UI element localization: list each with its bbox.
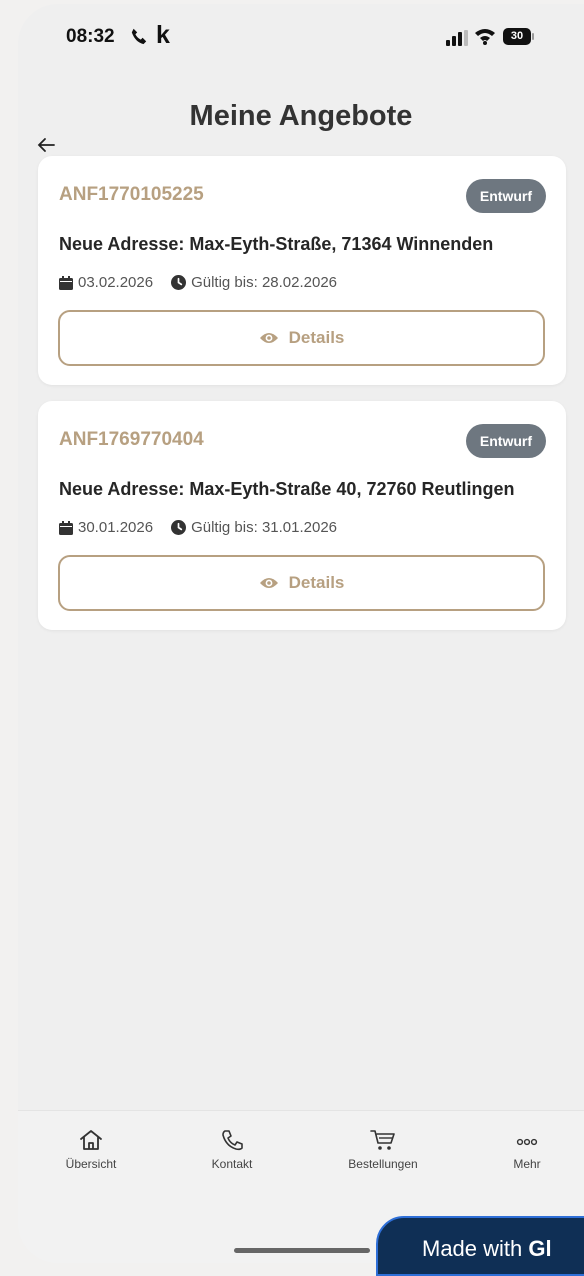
battery-tip bbox=[532, 33, 534, 40]
status-badge: Entwurf bbox=[465, 424, 546, 458]
phone-screen: 08:32 k 30 Meine Angebote ANF1770105225 … bbox=[18, 4, 584, 1263]
valid-until: Gültig bis: 31.01.2026 bbox=[171, 519, 337, 536]
eye-icon bbox=[259, 333, 278, 343]
tab-uebersicht[interactable]: Übersicht bbox=[36, 1129, 146, 1173]
details-button[interactable]: Details bbox=[58, 555, 545, 611]
wifi-icon bbox=[475, 29, 495, 45]
valid-until-text: Gültig bis: 31.01.2026 bbox=[191, 519, 338, 536]
offer-meta: 30.01.2026 Gültig bis: 31.01.2026 bbox=[59, 519, 337, 536]
status-badge: Entwurf bbox=[465, 179, 546, 213]
offer-address: Neue Adresse: Max-Eyth-Straße, 71364 Win… bbox=[59, 234, 494, 254]
offer-id: ANF1769770404 bbox=[59, 429, 204, 450]
battery-icon: 30 bbox=[503, 28, 531, 45]
offer-card: ANF1769770404 Entwurf Neue Adresse: Max-… bbox=[38, 401, 566, 630]
details-label: Details bbox=[288, 573, 345, 592]
home-icon bbox=[80, 1130, 102, 1150]
made-with-brand: Gl bbox=[528, 1236, 552, 1261]
tab-label: Übersicht bbox=[65, 1157, 117, 1171]
details-button[interactable]: Details bbox=[58, 310, 545, 366]
more-icon bbox=[516, 1138, 538, 1146]
tab-label: Kontakt bbox=[211, 1157, 253, 1171]
home-indicator bbox=[234, 1248, 370, 1253]
made-with-badge[interactable]: Made with Gl bbox=[376, 1216, 584, 1276]
eye-icon bbox=[259, 578, 278, 588]
tab-label: Bestellungen bbox=[348, 1157, 418, 1171]
calendar-icon bbox=[59, 520, 73, 535]
valid-until-text: Gültig bis: 28.02.2026 bbox=[191, 274, 338, 291]
offer-date: 30.01.2026 bbox=[78, 519, 154, 536]
details-label: Details bbox=[288, 328, 345, 347]
signal-icon bbox=[446, 30, 468, 46]
status-bar: 08:32 k 30 bbox=[18, 4, 584, 74]
offer-address: Neue Adresse: Max-Eyth-Straße 40, 72760 … bbox=[59, 479, 515, 499]
k-app-icon: k bbox=[156, 21, 170, 49]
back-arrow-icon[interactable] bbox=[36, 136, 56, 154]
valid-until: Gültig bis: 28.02.2026 bbox=[171, 274, 337, 291]
tab-kontakt[interactable]: Kontakt bbox=[177, 1129, 287, 1173]
clock-icon bbox=[171, 520, 187, 535]
call-indicator-icon bbox=[131, 28, 147, 45]
tab-mehr[interactable]: Mehr bbox=[472, 1129, 582, 1173]
tab-bestellungen[interactable]: Bestellungen bbox=[328, 1129, 438, 1173]
made-with-prefix: Made with bbox=[422, 1236, 529, 1261]
clock-icon bbox=[171, 275, 187, 290]
offer-id: ANF1770105225 bbox=[59, 184, 204, 205]
offer-date: 03.02.2026 bbox=[78, 274, 154, 291]
calendar-icon bbox=[59, 275, 73, 290]
status-time: 08:32 bbox=[66, 26, 115, 47]
phone-icon bbox=[222, 1130, 243, 1151]
tab-label: Mehr bbox=[513, 1157, 541, 1171]
offer-card: ANF1770105225 Entwurf Neue Adresse: Max-… bbox=[38, 156, 566, 385]
offer-meta: 03.02.2026 Gültig bis: 28.02.2026 bbox=[59, 274, 337, 291]
page-title: Meine Angebote bbox=[189, 100, 413, 132]
cart-icon bbox=[370, 1130, 395, 1150]
